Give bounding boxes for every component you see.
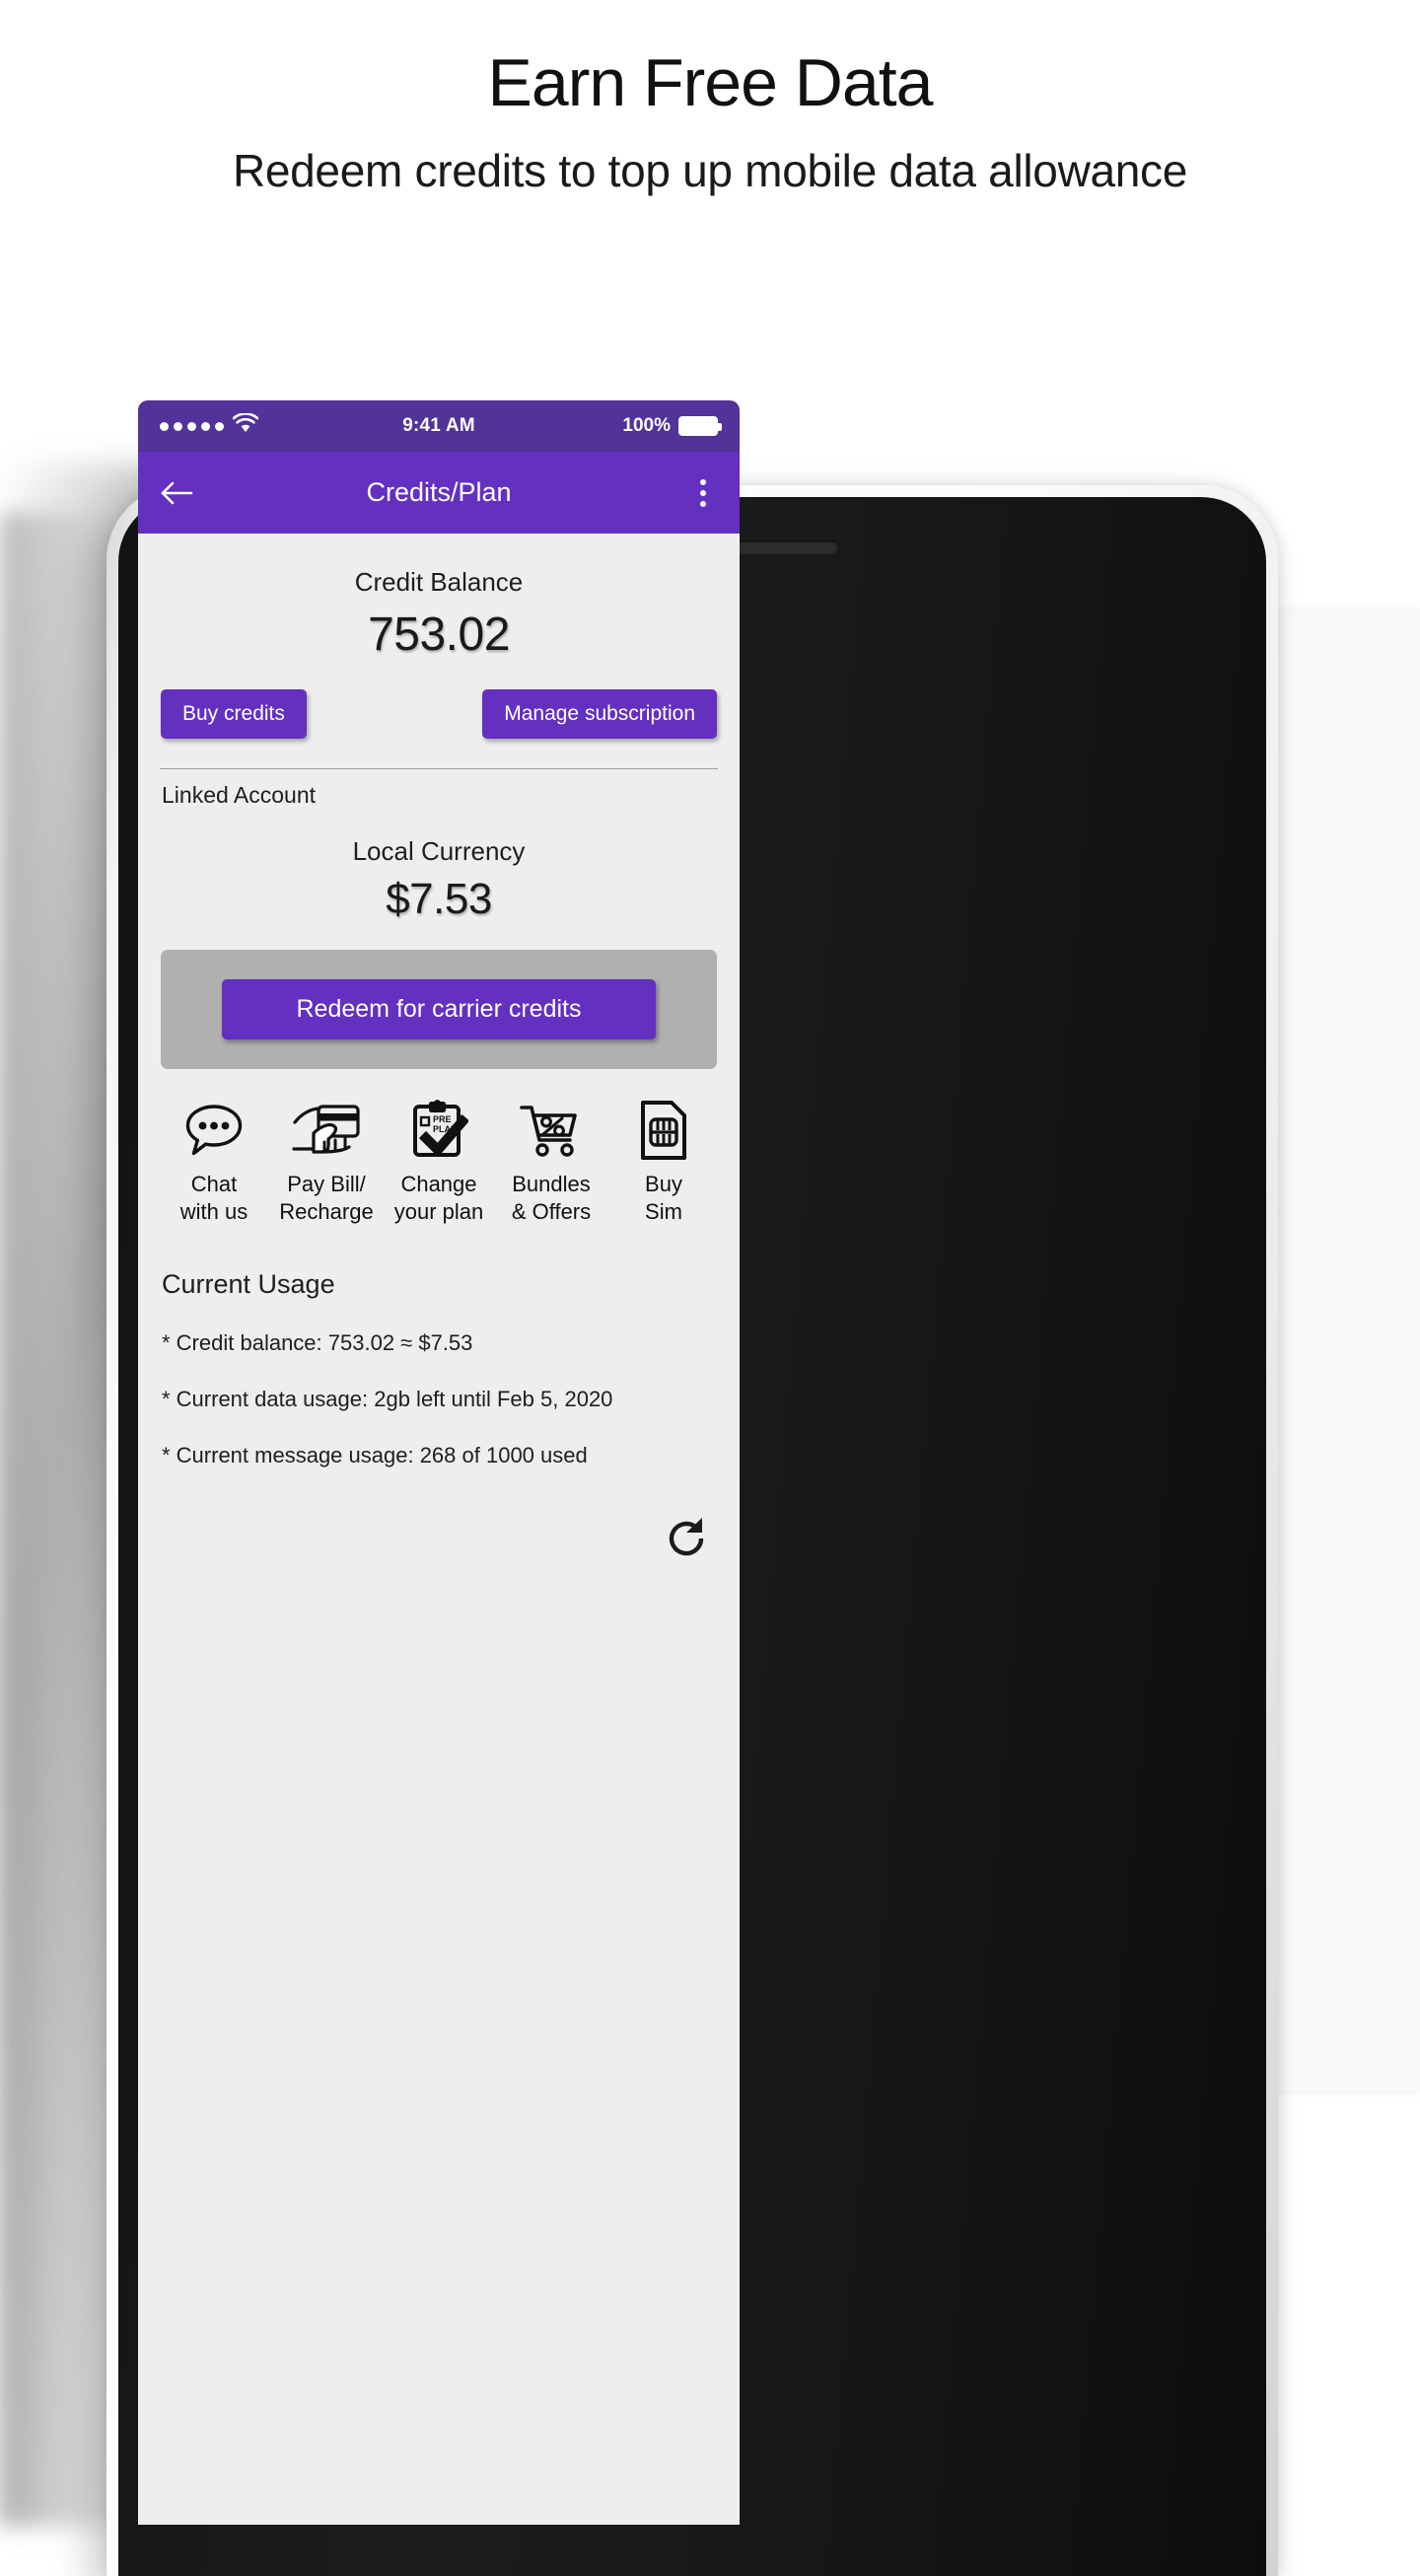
chat-bubble-icon bbox=[183, 1099, 245, 1162]
plan-badge-line1: PRE bbox=[433, 1114, 452, 1124]
shortcut-label: Pay Bill/ Recharge bbox=[279, 1172, 374, 1225]
app-bar: Credits/Plan bbox=[138, 452, 740, 534]
shortcut-bundles-offers[interactable]: Bundles & Offers bbox=[495, 1099, 607, 1226]
local-currency-label: Local Currency bbox=[352, 836, 526, 866]
back-arrow-icon[interactable] bbox=[158, 473, 197, 513]
hand-credit-card-icon bbox=[292, 1099, 361, 1162]
signal-strength-icon bbox=[160, 421, 224, 431]
refresh-row bbox=[138, 1468, 740, 1561]
shortcut-label: Buy Sim bbox=[645, 1172, 682, 1225]
usage-line-data-usage: * Current data usage: 2gb left until Feb… bbox=[162, 1387, 613, 1412]
page-title: Earn Free Data bbox=[487, 45, 934, 120]
shortcut-change-your-plan[interactable]: PRE PLAN Change your plan bbox=[383, 1099, 495, 1226]
balance-actions-row: Buy credits Manage subscription bbox=[138, 662, 740, 739]
shortcut-buy-sim[interactable]: Buy Sim bbox=[607, 1099, 720, 1226]
shortcut-label: Bundles & Offers bbox=[511, 1172, 592, 1225]
status-bar-time: 9:41 AM bbox=[402, 415, 475, 436]
battery-percent-label: 100% bbox=[622, 415, 671, 436]
background-card bbox=[1278, 611, 1420, 2091]
shortcut-chat-with-us[interactable]: Chat with us bbox=[158, 1099, 270, 1226]
battery-full-icon bbox=[678, 416, 722, 436]
current-usage-title: Current Usage bbox=[162, 1269, 335, 1300]
status-bar: 9:41 AM 100% bbox=[138, 400, 740, 452]
usage-line-credit-balance: * Credit balance: 753.02 ≈ $7.53 bbox=[162, 1330, 473, 1356]
overflow-menu-icon[interactable] bbox=[686, 473, 720, 513]
shortcut-label: Chat with us bbox=[179, 1172, 248, 1225]
usage-line-message-usage: * Current message usage: 268 of 1000 use… bbox=[162, 1443, 588, 1468]
credit-balance-label: Credit Balance bbox=[354, 567, 524, 597]
cart-percent-icon bbox=[519, 1099, 584, 1162]
screen-content: Credit Balance 753.02 Buy credits Manage… bbox=[138, 534, 740, 1562]
buy-credits-button[interactable]: Buy credits bbox=[161, 689, 307, 739]
app-bar-title: Credits/Plan bbox=[366, 477, 512, 507]
shortcuts-row: Chat with us Pay Bill/ Recharge PRE PLAN… bbox=[138, 1069, 740, 1226]
page-subtitle: Redeem credits to top up mobile data all… bbox=[232, 145, 1188, 197]
shortcut-pay-bill-recharge[interactable]: Pay Bill/ Recharge bbox=[270, 1099, 383, 1226]
redeem-panel: Redeem for carrier credits bbox=[161, 950, 717, 1069]
clipboard-plan-icon: PRE PLAN bbox=[409, 1099, 468, 1162]
local-currency-value: $7.53 bbox=[386, 875, 492, 923]
credit-balance-value: 753.02 bbox=[368, 608, 510, 661]
promo-header: Earn Free Data Redeem credits to top up … bbox=[0, 0, 1420, 197]
sim-card-icon bbox=[639, 1099, 688, 1162]
refresh-icon[interactable] bbox=[665, 1516, 710, 1561]
shortcut-label: Change your plan bbox=[393, 1172, 484, 1225]
wifi-icon bbox=[232, 412, 259, 439]
linked-account-label: Linked Account bbox=[162, 782, 317, 808]
manage-subscription-button[interactable]: Manage subscription bbox=[482, 689, 717, 739]
redeem-for-carrier-credits-button[interactable]: Redeem for carrier credits bbox=[222, 979, 656, 1039]
phone-screen: 9:41 AM 100% Credits/Plan Credit Balance… bbox=[138, 400, 740, 2525]
